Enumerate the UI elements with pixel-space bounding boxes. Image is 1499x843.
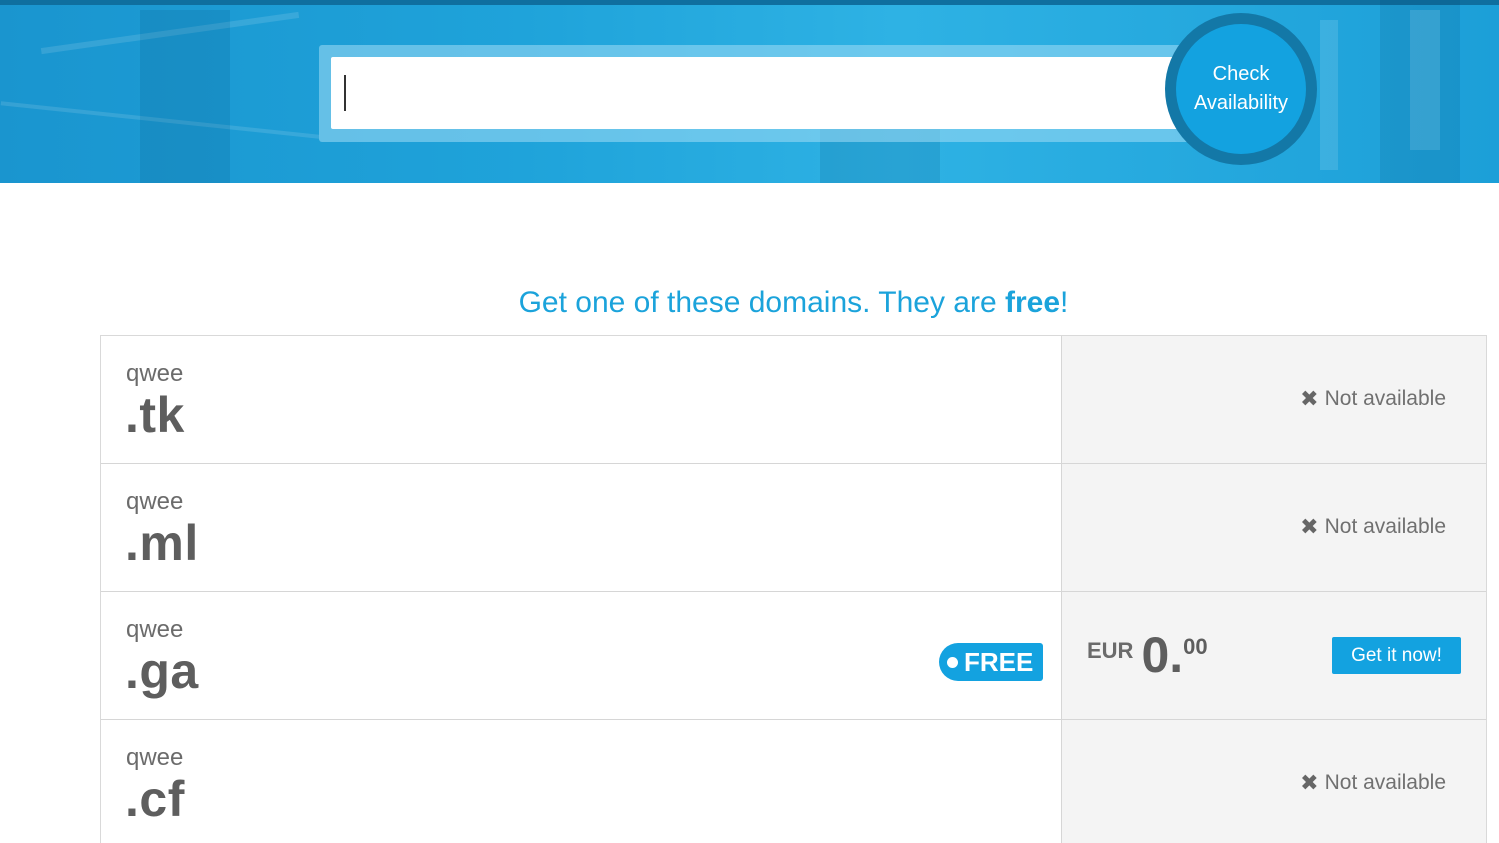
get-it-now-button[interactable]: Get it now!: [1332, 637, 1461, 674]
domain-status-cell: ✖ Not available: [1062, 336, 1486, 463]
free-badge-label: FREE: [964, 646, 1034, 677]
domain-name-cell: qwee .tk: [101, 336, 1062, 463]
status-not-available: ✖ Not available: [1300, 386, 1446, 412]
domain-name-cell: qwee .cf: [101, 720, 1062, 843]
domain-tld: .tk: [125, 387, 185, 443]
hero-banner: Check Availability: [0, 0, 1499, 183]
search-box: [319, 45, 1199, 142]
price-decimal: 00: [1183, 634, 1208, 659]
free-badge: FREE: [939, 643, 1044, 681]
price-integer: 0.: [1141, 627, 1184, 683]
domain-status-cell: ✖ Not available: [1062, 464, 1486, 591]
domain-row-ga: qwee .ga FREE EUR 0. 00 Get it now!: [101, 592, 1486, 720]
close-icon: ✖: [1300, 514, 1319, 539]
domain-row-tk: qwee .tk ✖ Not available: [101, 336, 1486, 464]
text-cursor: [344, 75, 346, 111]
price: EUR 0. 00: [1087, 630, 1208, 680]
domain-tld: .ml: [125, 515, 199, 571]
domain-name: qwee: [126, 488, 184, 515]
domain-name-cell: qwee .ml: [101, 464, 1062, 591]
domain-name: qwee: [126, 616, 184, 643]
domain-tld: .ga: [125, 643, 199, 699]
page-heading: Get one of these domains. They are free!: [518, 286, 1069, 319]
price-currency: EUR: [1087, 638, 1134, 663]
domain-name: qwee: [126, 744, 184, 771]
domain-name: qwee: [126, 360, 184, 387]
check-availability-button[interactable]: Check Availability: [1176, 24, 1306, 154]
status-text: Not available: [1324, 515, 1446, 538]
domain-row-ml: qwee .ml ✖ Not available: [101, 464, 1486, 592]
close-icon: ✖: [1300, 386, 1319, 411]
domain-price-cell: EUR 0. 00 Get it now!: [1062, 592, 1486, 719]
status-not-available: ✖ Not available: [1300, 770, 1446, 796]
status-not-available: ✖ Not available: [1300, 514, 1446, 540]
status-text: Not available: [1324, 387, 1446, 410]
status-text: Not available: [1324, 771, 1446, 794]
dot-icon: [947, 656, 958, 668]
close-icon: ✖: [1300, 770, 1319, 795]
domain-tld: .cf: [125, 771, 185, 827]
domain-results-table: qwee .tk ✖ Not available qwee .ml ✖ Not …: [100, 335, 1487, 843]
top-border: [0, 0, 1499, 5]
check-availability-label: Check Availability: [1193, 63, 1289, 114]
domain-name-cell: qwee .ga FREE: [101, 592, 1062, 719]
domain-row-cf: qwee .cf ✖ Not available: [101, 720, 1486, 843]
domain-search-input[interactable]: [331, 57, 1187, 129]
domain-status-cell: ✖ Not available: [1062, 720, 1486, 843]
